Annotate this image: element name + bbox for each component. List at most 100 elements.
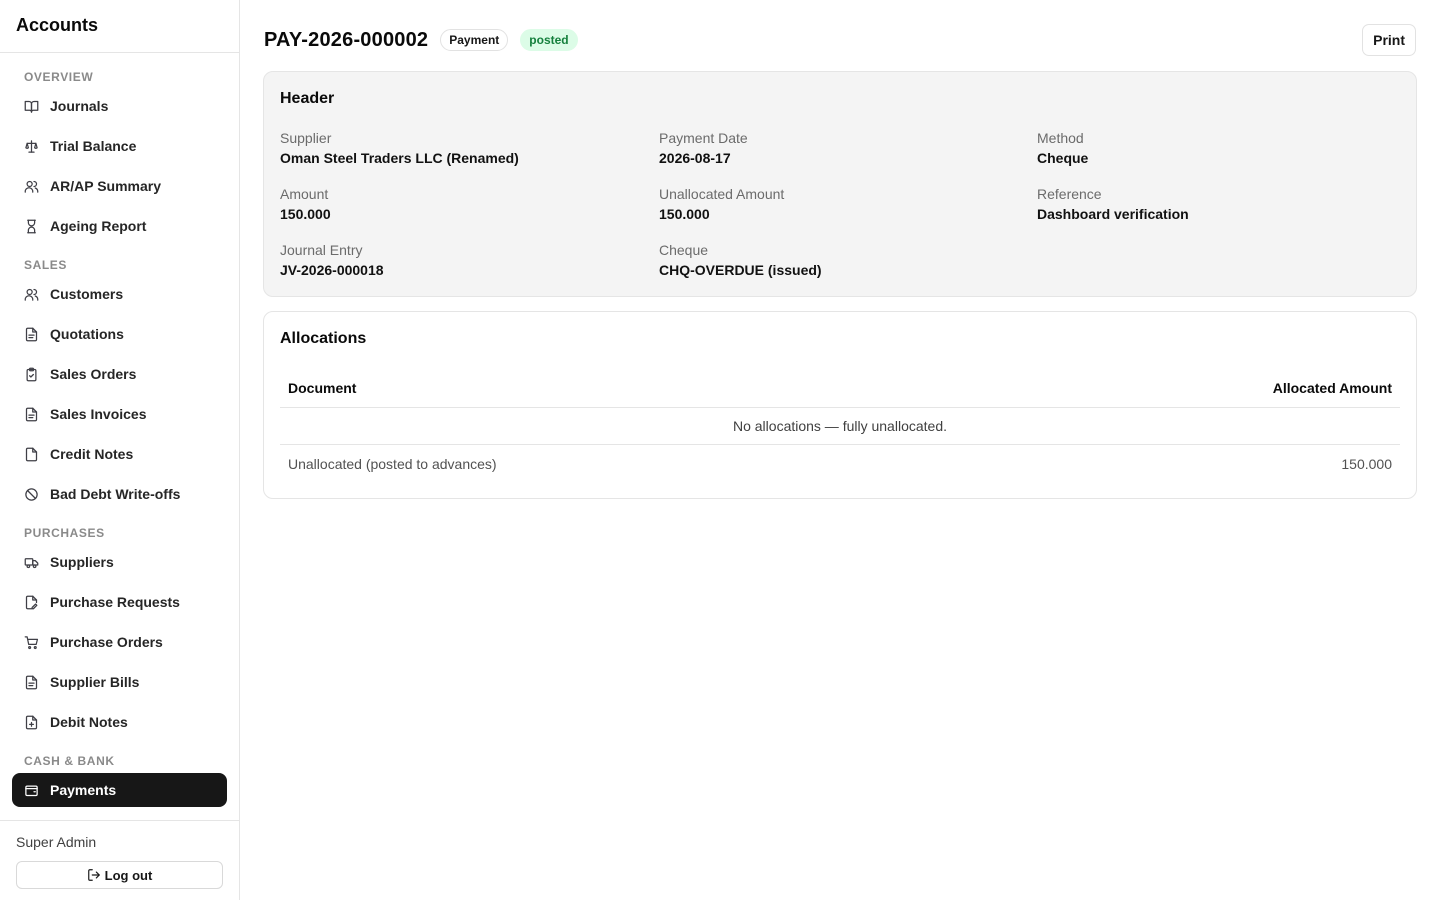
sidebar-item-label: AR/AP Summary — [50, 178, 162, 194]
header-card-title: Header — [280, 90, 335, 107]
file-text-icon — [24, 675, 39, 690]
sidebar-item-purchase-requests[interactable]: Purchase Requests — [12, 585, 227, 619]
sidebar-item-credit-notes[interactable]: Credit Notes — [12, 437, 227, 471]
column-header-document: Document — [288, 379, 357, 396]
sidebar-item-label: Supplier Bills — [50, 674, 140, 690]
field-label: Payment Date — [659, 130, 748, 146]
field-value: Cheque — [1037, 150, 1089, 166]
sidebar-item-purchase-orders[interactable]: Purchase Orders — [12, 625, 227, 659]
logout-label: Log out — [104, 867, 153, 883]
unallocated-label: Unallocated (posted to advances) — [288, 455, 497, 472]
wallet-icon — [24, 783, 39, 798]
allocations-card: Allocations Document Allocated Amount No… — [263, 311, 1417, 499]
sidebar-item-label: Sales Invoices — [50, 406, 147, 422]
allocations-table: Document Allocated Amount No allocations… — [280, 368, 1400, 482]
sidebar-item-label: Credit Notes — [50, 446, 134, 462]
field-label: Cheque — [659, 242, 709, 258]
sidebar-item-quotations[interactable]: Quotations — [12, 317, 227, 351]
sidebar-item-customers[interactable]: Customers — [12, 277, 227, 311]
sidebar-nav: OVERVIEW Journals Trial Balance AR/AP Summa… — [0, 53, 239, 820]
file-text-icon — [24, 407, 39, 422]
app-title: Accounts — [0, 0, 239, 53]
shopping-cart-icon — [24, 635, 39, 650]
print-button[interactable]: Print — [1362, 24, 1416, 56]
field-payment-date: Payment Date 2026-08-17 — [659, 128, 748, 168]
field-cheque: Cheque CHQ-OVERDUE (issued) — [659, 240, 822, 280]
file-text-icon — [24, 327, 39, 342]
sidebar-item-bad-debt-write-offs[interactable]: Bad Debt Write-offs — [12, 477, 227, 511]
field-label: Reference — [1037, 186, 1102, 202]
log-out-icon — [87, 869, 100, 881]
file-plus-icon — [24, 715, 39, 730]
sidebar-item-trial-balance[interactable]: Trial Balance — [12, 129, 227, 163]
ban-icon — [24, 487, 39, 502]
sidebar-footer: Super Admin Log out — [0, 820, 239, 900]
unallocated-value: 150.000 — [1341, 455, 1392, 472]
sidebar-item-sales-invoices[interactable]: Sales Invoices — [12, 397, 227, 431]
field-value: 150.000 — [659, 206, 710, 222]
sidebar-item-ar-ap-summary[interactable]: AR/AP Summary — [12, 169, 227, 203]
field-journal-entry: Journal Entry JV-2026-000018 — [280, 240, 384, 280]
status-badge: posted — [520, 29, 578, 51]
truck-icon — [24, 555, 39, 570]
page-title: PAY-2026-000002 — [264, 28, 429, 51]
table-header-row: Document Allocated Amount — [280, 368, 1400, 408]
sidebar-item-debit-notes[interactable]: Debit Notes — [12, 705, 227, 739]
sidebar-item-suppliers[interactable]: Suppliers — [12, 545, 227, 579]
user-name: Super Admin — [16, 834, 97, 850]
hourglass-icon — [24, 219, 39, 234]
field-unallocated-amount: Unallocated Amount 150.000 — [659, 184, 784, 224]
nav-section-title: SALES — [24, 258, 68, 272]
allocations-card-title: Allocations — [280, 330, 367, 347]
sidebar-item-label: Customers — [50, 286, 124, 302]
sidebar-item-label: Quotations — [50, 326, 124, 342]
file-pen-icon — [24, 595, 39, 610]
sidebar-item-journals[interactable]: Journals — [12, 89, 227, 123]
sidebar-item-label: Ageing Report — [50, 218, 147, 234]
type-badge: Payment — [440, 29, 509, 51]
logout-button[interactable]: Log out — [16, 861, 223, 889]
field-label: Journal Entry — [280, 242, 363, 258]
nav-section-title: PURCHASES — [24, 526, 105, 540]
page-header: PAY-2026-000002 Payment posted Print — [264, 24, 1416, 56]
field-value: CHQ-OVERDUE (issued) — [659, 262, 822, 278]
sidebar-item-label: Debit Notes — [50, 714, 128, 730]
sidebar-item-label: Journals — [50, 98, 109, 114]
column-header-allocated-amount: Allocated Amount — [1272, 379, 1392, 396]
users-icon — [24, 287, 39, 302]
sidebar-item-payments[interactable]: Payments — [12, 773, 227, 807]
field-value: 2026-08-17 — [659, 150, 731, 166]
field-method: Method Cheque — [1037, 128, 1088, 168]
sidebar-item-label: Bad Debt Write-offs — [50, 486, 181, 502]
sidebar-item-label: Trial Balance — [50, 138, 137, 154]
empty-state-row: No allocations — fully unallocated. — [280, 408, 1400, 445]
field-label: Supplier — [280, 130, 332, 146]
sidebar-item-ageing-report[interactable]: Ageing Report — [12, 209, 227, 243]
sidebar-item-label: Purchase Orders — [50, 634, 163, 650]
sidebar-item-sales-orders[interactable]: Sales Orders — [12, 357, 227, 391]
field-value: 150.000 — [280, 206, 331, 222]
users-icon — [24, 179, 39, 194]
field-label: Unallocated Amount — [659, 186, 785, 202]
field-value: Dashboard verification — [1037, 206, 1189, 222]
field-value: JV-2026-000018 — [280, 262, 384, 278]
main-content: PAY-2026-000002 Payment posted Print Hea… — [240, 0, 1440, 900]
clipboard-check-icon — [24, 367, 39, 382]
field-label: Amount — [280, 186, 329, 202]
field-value: Oman Steel Traders LLC (Renamed) — [280, 150, 519, 166]
scale-icon — [24, 139, 39, 154]
table-footer-row: Unallocated (posted to advances) 150.000 — [280, 445, 1400, 482]
header-card: Header Supplier Oman Steel Traders LLC (… — [263, 71, 1417, 297]
nav-section-title: OVERVIEW — [24, 70, 94, 84]
sidebar-item-label: Payments — [50, 782, 117, 798]
sidebar-item-supplier-bills[interactable]: Supplier Bills — [12, 665, 227, 699]
sidebar-item-label: Suppliers — [50, 554, 114, 570]
field-amount: Amount 150.000 — [280, 184, 331, 224]
sidebar: Accounts OVERVIEW Journals Trial Balance AR… — [0, 0, 240, 900]
nav-section-title: CASH & BANK — [24, 754, 115, 768]
file-icon — [24, 447, 39, 462]
field-reference: Reference Dashboard verification — [1037, 184, 1189, 224]
sidebar-item-label: Purchase Requests — [50, 594, 180, 610]
field-supplier: Supplier Oman Steel Traders LLC (Renamed… — [280, 128, 519, 168]
field-label: Method — [1037, 130, 1084, 146]
